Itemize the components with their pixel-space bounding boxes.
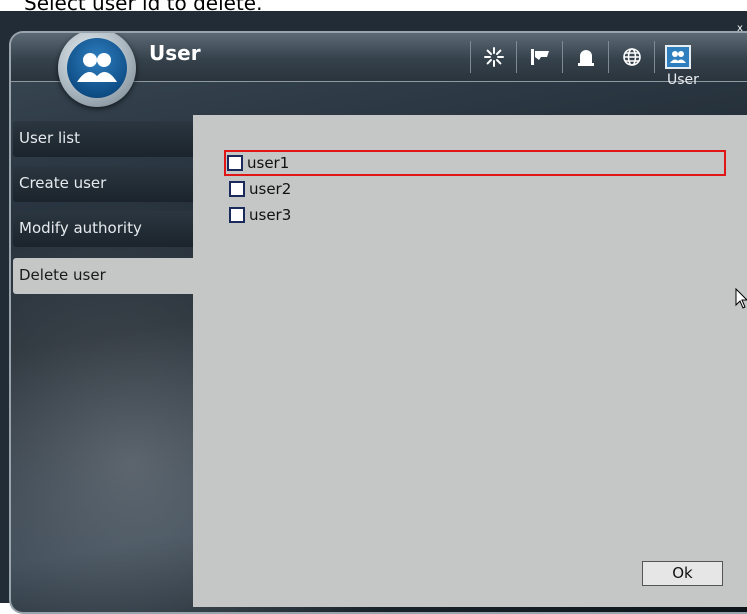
user-row-user3[interactable]: user3	[228, 204, 291, 226]
toolbar-button-camera[interactable]	[516, 41, 562, 73]
user-delete-panel: user1 user2 user3 Ok	[193, 115, 747, 607]
user-row-user2[interactable]: user2	[228, 178, 291, 200]
active-section-label: User	[667, 72, 699, 88]
sidebar-item-label: Modify authority	[19, 219, 142, 237]
toolbar-button-loading[interactable]	[470, 41, 516, 73]
sidebar-item-label: Create user	[19, 174, 107, 192]
users-icon	[664, 45, 691, 69]
alarm-icon	[573, 45, 599, 69]
top-toolbar	[470, 41, 700, 73]
loading-icon	[481, 45, 507, 69]
app-window: x User User User list Create user Modify…	[0, 11, 747, 614]
page-title: User	[149, 41, 201, 65]
user1-checkbox[interactable]	[227, 155, 243, 171]
user-name: user1	[247, 154, 290, 172]
toolbar-button-network[interactable]	[608, 41, 654, 73]
sidebar-item-create-user[interactable]: Create user	[13, 166, 193, 202]
sidebar-item-label: User list	[19, 129, 80, 147]
sidebar-item-modify-authority[interactable]: Modify authority	[13, 211, 193, 247]
user2-checkbox[interactable]	[229, 181, 245, 197]
user-name: user2	[249, 180, 292, 198]
sidebar-item-delete-user[interactable]: Delete user	[13, 258, 193, 294]
mouse-cursor-icon	[735, 287, 747, 310]
ok-button[interactable]: Ok	[642, 561, 723, 586]
toolbar-button-alarm[interactable]	[562, 41, 608, 73]
camera-icon	[527, 45, 553, 69]
toolbar-button-users[interactable]	[654, 41, 700, 73]
users-avatar-icon	[67, 38, 127, 98]
sidebar-item-label: Delete user	[19, 266, 106, 284]
user-row-user1[interactable]: user1	[224, 150, 726, 176]
user3-checkbox[interactable]	[229, 207, 245, 223]
avatar	[58, 33, 136, 107]
user-name: user3	[249, 206, 292, 224]
sidebar-item-user-list[interactable]: User list	[13, 121, 193, 157]
network-globe-icon	[619, 45, 645, 69]
